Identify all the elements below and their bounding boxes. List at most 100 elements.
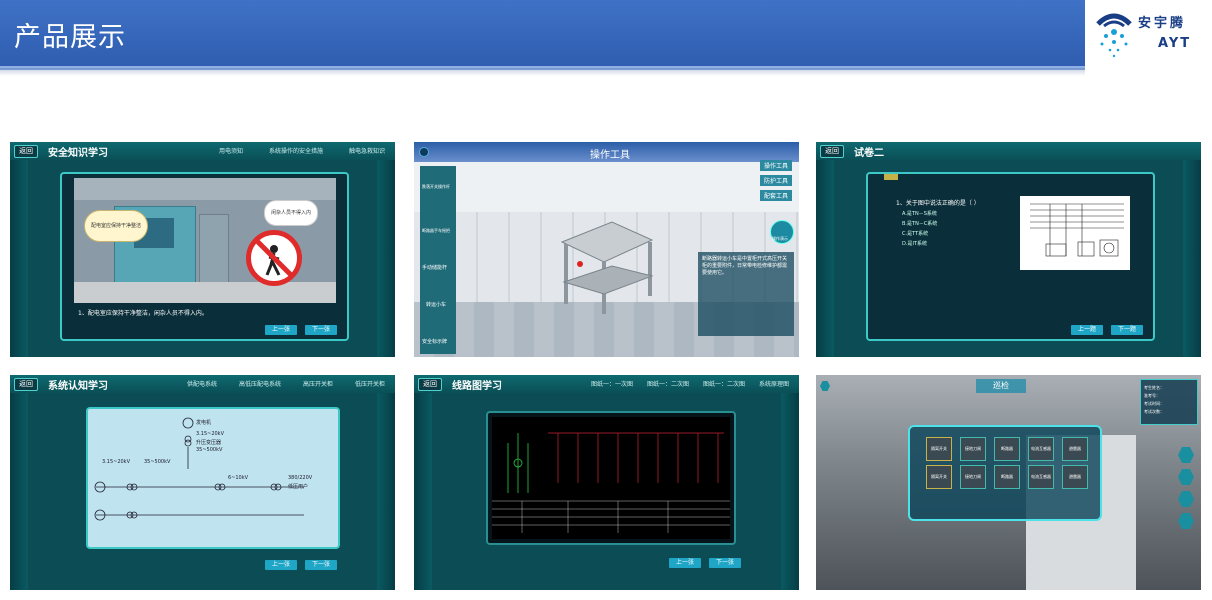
panel-topbar: 返回 系统认知学习 供配电系统 高低压配电系统 高压开关柜 低压开关柜 [10,375,395,393]
panel-title: 系统认知学习 [48,381,108,392]
screenshot-operation-tools[interactable]: 操作工具 跌落开关操作杆 断路器手车摇把 手动储能杆 转运小车 安全标示牌 操作… [414,142,799,357]
panel-side-left [10,375,28,590]
back-icon[interactable] [419,147,429,157]
tool-item[interactable]: 跌落开关操作杆 [422,184,450,190]
prev-button[interactable]: 上一张 [669,558,701,568]
tool-item[interactable]: 安全标示牌 [422,338,447,345]
logo-mark-icon [1096,13,1132,58]
hex-button[interactable] [1178,469,1194,485]
prev-button[interactable]: 上一张 [265,560,297,570]
diagram-label: 6~10kV [228,475,249,481]
diagram-label: 35~500kV [144,459,171,465]
hex-button[interactable] [1178,447,1194,463]
tool-item[interactable]: 手动储能杆 [422,264,447,271]
screenshot-circuit-diagram[interactable]: 返回 线路图学习 图纸一：一次图 图纸一：二次图 图纸一：二次图 系统原理图 上… [414,375,799,590]
tool-item[interactable]: 转运小车 [426,301,446,308]
panel-side-right [377,375,395,590]
screenshot-exam[interactable]: 返回 试卷二 1、关于图中说法正确的是（ ） A.是TN－S系统 B.是TN－C… [816,142,1201,357]
device-grid: 隔离开关 接地刀闸 断路器 电流互感器 避雷器 隔离开关 接地刀闸 断路器 电流… [926,437,1088,489]
logo-abbr: AYT [1158,36,1192,51]
nav-item[interactable]: 系统操作的安全措施 [269,146,323,155]
device-tile[interactable]: 隔离开关 [926,465,952,489]
nav-item[interactable]: 触电急救知识 [349,146,385,155]
panel-title: 安全知识学习 [48,148,108,159]
panel-nav: 图纸一：一次图 图纸一：二次图 图纸一：二次图 系统原理图 [591,379,789,388]
device-select-dialog[interactable]: 隔离开关 接地刀闸 断路器 电流互感器 避雷器 隔离开关 接地刀闸 断路器 电流… [908,425,1102,521]
pager: 上一张 下一张 [669,558,741,568]
nav-item[interactable]: 图纸一：二次图 [647,379,689,388]
back-button[interactable]: 返回 [14,145,38,158]
device-tile[interactable]: 电流互感器 [1028,465,1054,489]
nav-item[interactable]: 图纸一：一次图 [591,379,633,388]
option-b[interactable]: B.是TN－C系统 [902,220,937,227]
back-button[interactable]: 返回 [418,378,442,391]
room-illustration: 配电室应保持干净整洁 闲杂人员不得入内 [74,178,336,303]
panel-nav: 供配电系统 高低压配电系统 高压开关柜 低压开关柜 [187,379,385,388]
nav-item[interactable]: 高压开关柜 [303,379,333,388]
screenshot-safety-knowledge[interactable]: 返回 安全知识学习 用电须知 系统操作的安全措施 触电急救知识 配电室应保持干净… [10,142,395,357]
option-d[interactable]: D.是IT系统 [902,240,937,247]
prev-button[interactable]: 上一题 [1071,325,1103,335]
nav-item[interactable]: 系统原理图 [759,379,789,388]
next-button[interactable]: 下一张 [305,325,337,335]
content-screen: 发电机 3.15~20kV 升压变压器 35~500kV 3.15~20kV 3… [86,407,340,549]
device-tile[interactable]: 避雷器 [1062,437,1088,461]
diagram-label: 发电机 [196,420,212,426]
prev-button[interactable]: 上一张 [265,325,297,335]
menu-item[interactable]: 防护工具 [760,175,793,186]
screenshot-inspection[interactable]: 巡检 考生姓名： 准考号： 考试时间： 考试次数： 隔离开关 接地刀闸 断路器 … [816,375,1201,590]
menu-item[interactable]: 配套工具 [760,190,793,201]
back-button[interactable]: 返回 [14,378,38,391]
demo-label: 操作演示 [772,236,788,241]
logo-brand-name: 安宇腾 [1138,16,1187,31]
device-tile[interactable]: 避雷器 [1062,465,1088,489]
tool-item[interactable]: 断路器手车摇把 [422,228,450,234]
page-header: 产品展示 [0,0,1085,70]
device-tile[interactable]: 接地刀闸 [960,437,986,461]
pager: 上一张 下一张 [265,560,337,570]
hex-button[interactable] [1178,513,1194,529]
nav-item[interactable]: 用电须知 [219,146,243,155]
device-tile[interactable]: 断路器 [994,437,1020,461]
caption-text: 1、配电室应保持干净整洁，闲杂人员不得入内。 [78,310,208,317]
next-button[interactable]: 下一张 [709,558,741,568]
panel-nav: 用电须知 系统操作的安全措施 触电急救知识 [219,146,385,155]
speech-bubble: 配电室应保持干净整洁 [84,210,148,242]
panel-side-left [816,142,834,357]
panel-topbar: 返回 线路图学习 图纸一：一次图 图纸一：二次图 图纸一：二次图 系统原理图 [414,375,799,393]
option-a[interactable]: A.是TN－S系统 [902,210,937,217]
device-tile[interactable]: 电流互感器 [1028,437,1054,461]
tool-list: 跌落开关操作杆 断路器手车摇把 手动储能杆 转运小车 安全标示牌 [420,166,456,354]
diagram-label: 380/220V [288,475,313,481]
transfer-cart-icon [560,221,654,314]
nav-item[interactable]: 图纸一：二次图 [703,379,745,388]
option-c[interactable]: C.是TT系统 [902,230,937,237]
speech-bubble: 闲杂人员不得入内 [264,200,318,226]
next-button[interactable]: 下一张 [305,560,337,570]
nav-item[interactable]: 供配电系统 [187,379,217,388]
panel-side-right [1183,142,1201,357]
nav-item[interactable]: 低压开关柜 [355,379,385,388]
device-tile[interactable]: 隔离开关 [926,437,952,461]
device-tile[interactable]: 断路器 [994,465,1020,489]
circuit-diagram-icon [1020,196,1130,270]
diagram-label: 35~500kV [196,447,223,453]
panel-title: 巡检 [976,379,1026,393]
pager: 上一张 下一张 [265,325,337,335]
screenshot-system-cognition[interactable]: 返回 系统认知学习 供配电系统 高低压配电系统 高压开关柜 低压开关柜 发电机 … [10,375,395,590]
side-tool-buttons [1178,447,1194,529]
back-button[interactable]: 返回 [820,145,844,158]
next-button[interactable]: 下一题 [1111,325,1143,335]
device-tile[interactable]: 接地刀闸 [960,465,986,489]
panel-side-right [781,375,799,590]
content-screen [486,411,736,545]
info-count: 考试次数： [1144,409,1164,414]
nav-item[interactable]: 高低压配电系统 [239,379,281,388]
demo-button[interactable]: 操作演示 [770,220,794,244]
menu-item[interactable]: 操作工具 [760,160,793,171]
hex-button[interactable] [1178,491,1194,507]
question-text: 1、关于图中说法正确的是（ ） [896,200,980,207]
diagram-label: 3.15~20kV [196,431,225,437]
panel-side-left [10,142,28,357]
diagram-label: 低压用户 [288,484,309,490]
